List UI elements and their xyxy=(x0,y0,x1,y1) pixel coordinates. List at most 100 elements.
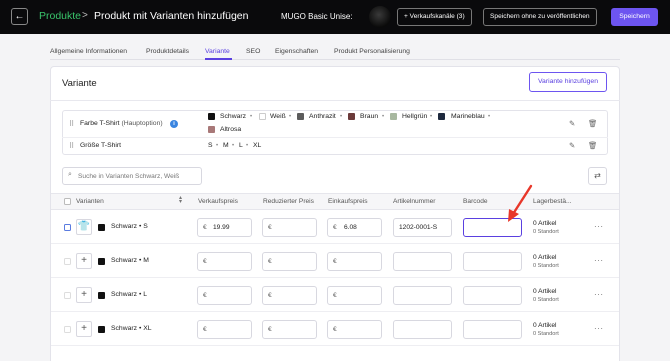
currency-symbol: € xyxy=(333,326,337,333)
currency-symbol: € xyxy=(268,292,272,299)
more-options-icon[interactable]: ··· xyxy=(594,256,604,265)
stock-location: 0 Standort xyxy=(533,297,559,303)
column-variants[interactable]: Varianten xyxy=(76,198,104,205)
sort-caret-icon[interactable]: ▴ ▾ xyxy=(179,195,182,205)
breadcrumb-separator: > xyxy=(82,10,88,21)
options-divider xyxy=(62,137,608,138)
option-size-s: S xyxy=(208,142,213,149)
trash-icon[interactable]: 🗑 xyxy=(588,141,598,150)
tabs-divider xyxy=(50,59,620,60)
barcode-input[interactable] xyxy=(463,252,522,271)
separator-dot: • xyxy=(216,143,219,149)
add-variant-button[interactable]: Variante hinzufügen xyxy=(529,72,607,92)
column-purchase-price: Einkaufspreis xyxy=(328,198,368,205)
separator-dot: • xyxy=(430,114,433,120)
column-sale-price: Verkaufspreis xyxy=(198,198,238,205)
separator-dot: • xyxy=(340,114,343,120)
sale-price-value: 19.99 xyxy=(213,224,230,231)
save-without-publish-button[interactable]: Speichern ohne zu veröffentlichen xyxy=(483,8,597,26)
stock-count: 0 Artikel xyxy=(533,322,557,329)
more-options-icon[interactable]: ··· xyxy=(594,290,604,299)
option-navy: Marineblau xyxy=(451,113,485,120)
column-sku: Artikelnummer xyxy=(393,198,436,205)
barcode-input[interactable] xyxy=(463,320,522,339)
row-divider xyxy=(51,345,619,346)
color-swatch-black xyxy=(98,258,105,265)
color-swatch-navy xyxy=(438,113,445,120)
currency-symbol: € xyxy=(268,224,272,231)
trash-icon[interactable]: 🗑 xyxy=(588,119,598,128)
variant-size: M xyxy=(143,257,149,264)
sales-channels-button[interactable]: + Verkaufskanäle (3) xyxy=(397,8,472,26)
stock-location: 0 Standort xyxy=(533,331,559,337)
currency-symbol: € xyxy=(333,224,337,231)
variant-color: Schwarz xyxy=(111,291,138,298)
tab-properties[interactable]: Eigenschaften xyxy=(275,48,318,55)
barcode-input[interactable] xyxy=(463,286,522,305)
column-stock: Lagerbestä... xyxy=(533,198,572,205)
sku-input[interactable] xyxy=(393,286,452,305)
add-image-icon[interactable]: + xyxy=(76,253,92,269)
barcode-input[interactable] xyxy=(463,218,522,237)
property-name-color: Farbe T-Shirt (Hauptoption) xyxy=(80,120,163,127)
variant-label: Schwarz • L xyxy=(111,291,147,298)
tab-product-details[interactable]: Produktdetails xyxy=(146,48,189,55)
select-all-checkbox[interactable] xyxy=(64,198,71,205)
option-white: Weiß xyxy=(270,113,286,120)
sku-input[interactable] xyxy=(393,320,452,339)
drag-handle-icon[interactable]: ⠿ xyxy=(69,120,74,128)
option-brown: Braun xyxy=(360,113,379,120)
back-button[interactable]: ← xyxy=(11,8,28,25)
currency-symbol: € xyxy=(203,224,207,231)
tab-personalisation[interactable]: Produkt Personalisierung xyxy=(334,48,410,55)
breadcrumb-products[interactable]: Produkte xyxy=(39,10,81,22)
property-name-text: Farbe T-Shirt xyxy=(80,120,120,127)
add-image-icon[interactable]: + xyxy=(76,321,92,337)
swap-arrows-icon: ⇄ xyxy=(594,171,601,180)
more-options-icon[interactable]: ··· xyxy=(594,222,604,231)
variant-color: Schwarz xyxy=(111,223,138,230)
variant-color: Schwarz xyxy=(111,325,138,332)
sort-toggle-button[interactable]: ⇄ xyxy=(588,167,607,185)
row-checkbox[interactable] xyxy=(64,292,71,299)
variant-label: Schwarz • S xyxy=(111,223,148,230)
option-size-l: L xyxy=(239,142,243,149)
row-divider xyxy=(51,243,619,244)
color-swatch-brown xyxy=(348,113,355,120)
info-icon[interactable]: i xyxy=(170,120,178,128)
separator-dot: • xyxy=(382,114,385,120)
currency-symbol: € xyxy=(203,326,207,333)
separator-dot: • xyxy=(138,291,142,298)
variant-color: Schwarz xyxy=(111,257,138,264)
save-button[interactable]: Speichern xyxy=(611,8,658,26)
row-checkbox[interactable] xyxy=(64,224,71,231)
tab-variant[interactable]: Variante xyxy=(205,48,230,55)
stock-location: 0 Standort xyxy=(533,263,559,269)
arrow-left-icon: ← xyxy=(14,11,25,22)
color-swatch-light-green xyxy=(390,113,397,120)
separator-dot: • xyxy=(138,223,142,230)
tab-seo[interactable]: SEO xyxy=(246,48,260,55)
product-thumbnail xyxy=(369,6,391,28)
separator-dot: • xyxy=(138,325,142,332)
main-option-label: (Hauptoption) xyxy=(121,120,163,127)
edit-icon[interactable]: ✎ xyxy=(569,119,575,128)
sku-input[interactable] xyxy=(393,252,452,271)
variant-search-input[interactable] xyxy=(78,170,198,182)
row-checkbox[interactable] xyxy=(64,258,71,265)
add-image-icon[interactable]: + xyxy=(76,287,92,303)
more-options-icon[interactable]: ··· xyxy=(594,324,604,333)
edit-icon[interactable]: ✎ xyxy=(569,141,575,150)
drag-handle-icon[interactable]: ⠿ xyxy=(69,142,74,150)
search-icon: ⌕ xyxy=(68,171,72,178)
variants-title: Variante xyxy=(62,78,97,89)
separator-dot: • xyxy=(488,114,491,120)
tshirt-icon[interactable]: 👕 xyxy=(76,219,92,235)
color-swatch-black xyxy=(98,326,105,333)
currency-symbol: € xyxy=(203,292,207,299)
separator-dot: • xyxy=(138,257,142,264)
stock-count: 0 Artikel xyxy=(533,220,557,227)
tab-general-info[interactable]: Allgemeine Informationen xyxy=(50,48,127,55)
variant-size: S xyxy=(143,223,148,230)
row-checkbox[interactable] xyxy=(64,326,71,333)
